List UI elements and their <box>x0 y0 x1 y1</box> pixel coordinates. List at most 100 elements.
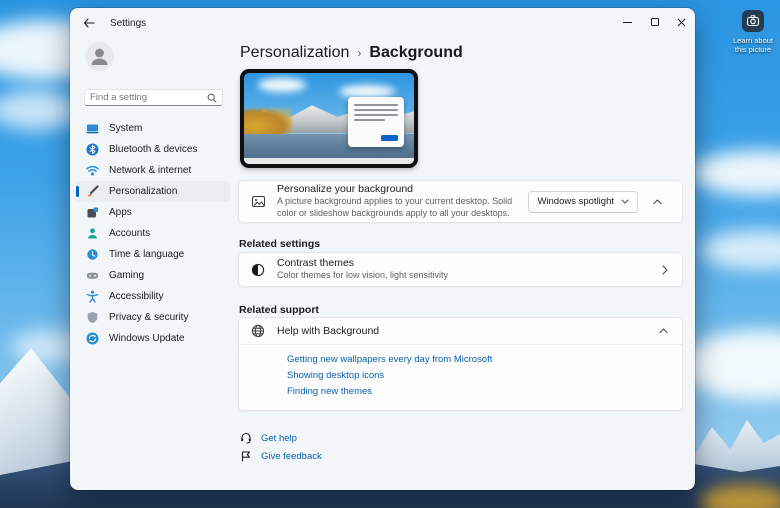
give-feedback-row[interactable]: Give feedback <box>240 450 322 462</box>
sidebar-item-label: Time & language <box>109 249 184 260</box>
give-feedback-link[interactable]: Give feedback <box>261 451 322 462</box>
get-help-link[interactable]: Get help <box>261 433 297 444</box>
preview-taskbar <box>244 158 414 164</box>
camera-icon <box>746 14 760 28</box>
dropdown-value: Windows spotlight <box>537 196 614 207</box>
preview-dialog <box>348 97 404 147</box>
cloud-shape <box>680 330 780 400</box>
sidebar-item-network[interactable]: Network & internet <box>76 160 230 181</box>
help-link-wallpapers[interactable]: Getting new wallpapers every day from Mi… <box>287 354 492 365</box>
back-button[interactable] <box>76 12 102 34</box>
sidebar-item-label: Personalization <box>109 186 177 197</box>
sidebar-item-bluetooth[interactable]: Bluetooth & devices <box>76 139 230 160</box>
personalize-description: A picture background applies to your cur… <box>277 196 518 219</box>
help-links: Getting new wallpapers every day from Mi… <box>239 345 682 397</box>
gamepad-icon <box>86 269 99 282</box>
help-link-themes[interactable]: Finding new themes <box>287 386 372 397</box>
contrast-themes-card[interactable]: Contrast themes Color themes for low vis… <box>238 252 683 287</box>
headset-icon <box>240 432 252 444</box>
learn-about-picture-widget[interactable]: Learn about this picture <box>728 10 778 55</box>
sidebar-item-label: Accessibility <box>109 291 163 302</box>
sidebar-item-personalization[interactable]: Personalization <box>76 181 230 202</box>
bluetooth-icon <box>86 143 99 156</box>
chevron-up-icon <box>653 199 662 205</box>
maximize-button[interactable] <box>641 8 668 36</box>
sidebar-item-label: Bluetooth & devices <box>109 144 197 155</box>
personalize-title: Personalize your background <box>277 183 518 195</box>
search-input[interactable] <box>90 92 207 103</box>
get-help-row[interactable]: Get help <box>240 432 297 444</box>
close-button[interactable] <box>668 8 695 36</box>
personalize-background-card[interactable]: Personalize your background A picture ba… <box>238 180 683 223</box>
contrast-icon <box>239 263 277 277</box>
breadcrumb: Personalization › Background <box>240 44 463 62</box>
trees-shape <box>244 108 292 138</box>
help-card: Help with Background Getting new wallpap… <box>238 317 683 411</box>
cloud-shape <box>258 78 306 92</box>
related-settings-heading: Related settings <box>239 238 320 250</box>
sidebar: System Bluetooth & devices Network & int… <box>70 38 238 490</box>
wifi-icon <box>86 164 99 177</box>
main-content: Personalization › Background <box>238 38 695 490</box>
widget-label: Learn about this picture <box>728 36 778 55</box>
shield-icon <box>86 311 99 324</box>
titlebar: Settings <box>70 8 695 38</box>
window-controls <box>614 8 695 36</box>
sidebar-item-label: Network & internet <box>109 165 191 176</box>
brush-icon <box>86 185 99 198</box>
cloud-shape <box>0 90 80 130</box>
background-type-dropdown[interactable]: Windows spotlight <box>528 191 638 213</box>
settings-window: Settings <box>70 8 695 490</box>
accessibility-icon <box>86 290 99 303</box>
help-title: Help with Background <box>277 325 379 337</box>
sidebar-item-accounts[interactable]: Accounts <box>76 223 230 244</box>
camera-icon[interactable] <box>742 10 764 32</box>
sidebar-item-accessibility[interactable]: Accessibility <box>76 286 230 307</box>
collapse-section-button[interactable] <box>644 199 670 205</box>
dialog-text-line <box>354 119 385 121</box>
avatar[interactable] <box>85 42 114 71</box>
background-preview-image <box>244 73 414 164</box>
breadcrumb-separator-icon: › <box>357 46 361 60</box>
picture-icon <box>239 194 277 209</box>
search-icon <box>207 93 217 103</box>
sidebar-item-label: Windows Update <box>109 333 185 344</box>
help-link-desktop-icons[interactable]: Showing desktop icons <box>287 370 384 381</box>
apps-icon <box>86 206 99 219</box>
sidebar-item-privacy[interactable]: Privacy & security <box>76 307 230 328</box>
minimize-icon <box>623 22 632 23</box>
back-arrow-icon <box>83 18 95 28</box>
user-icon <box>85 42 114 71</box>
page-title: Background <box>369 44 462 62</box>
contrast-description: Color themes for low vision, light sensi… <box>277 270 448 282</box>
sidebar-item-time-language[interactable]: Time & language <box>76 244 230 265</box>
sidebar-item-windows-update[interactable]: Windows Update <box>76 328 230 349</box>
breadcrumb-parent[interactable]: Personalization <box>240 44 349 62</box>
sidebar-nav: System Bluetooth & devices Network & int… <box>70 118 238 349</box>
dialog-text-line <box>354 104 398 106</box>
sidebar-item-label: Apps <box>109 207 132 218</box>
sidebar-item-label: Accounts <box>109 228 150 239</box>
minimize-button[interactable] <box>614 8 641 36</box>
personalize-text: Personalize your background A picture ba… <box>277 183 528 219</box>
sidebar-item-label: System <box>109 123 142 134</box>
chevron-up-icon[interactable] <box>659 328 668 334</box>
sidebar-item-apps[interactable]: Apps <box>76 202 230 223</box>
sidebar-item-system[interactable]: System <box>76 118 230 139</box>
related-support-heading: Related support <box>239 304 319 316</box>
system-icon <box>86 122 99 135</box>
sidebar-item-label: Gaming <box>109 270 144 281</box>
clock-icon <box>86 248 99 261</box>
sidebar-item-gaming[interactable]: Gaming <box>76 265 230 286</box>
search-box[interactable] <box>84 89 223 106</box>
close-icon <box>677 18 686 27</box>
contrast-text: Contrast themes Color themes for low vis… <box>277 257 448 282</box>
dialog-text-line <box>354 109 398 111</box>
globe-icon <box>239 324 277 338</box>
feedback-icon <box>240 450 252 462</box>
sidebar-item-label: Privacy & security <box>109 312 188 323</box>
person-icon <box>86 227 99 240</box>
chevron-right-icon <box>662 265 668 275</box>
help-header[interactable]: Help with Background <box>239 318 682 345</box>
chevron-down-icon <box>621 199 629 204</box>
